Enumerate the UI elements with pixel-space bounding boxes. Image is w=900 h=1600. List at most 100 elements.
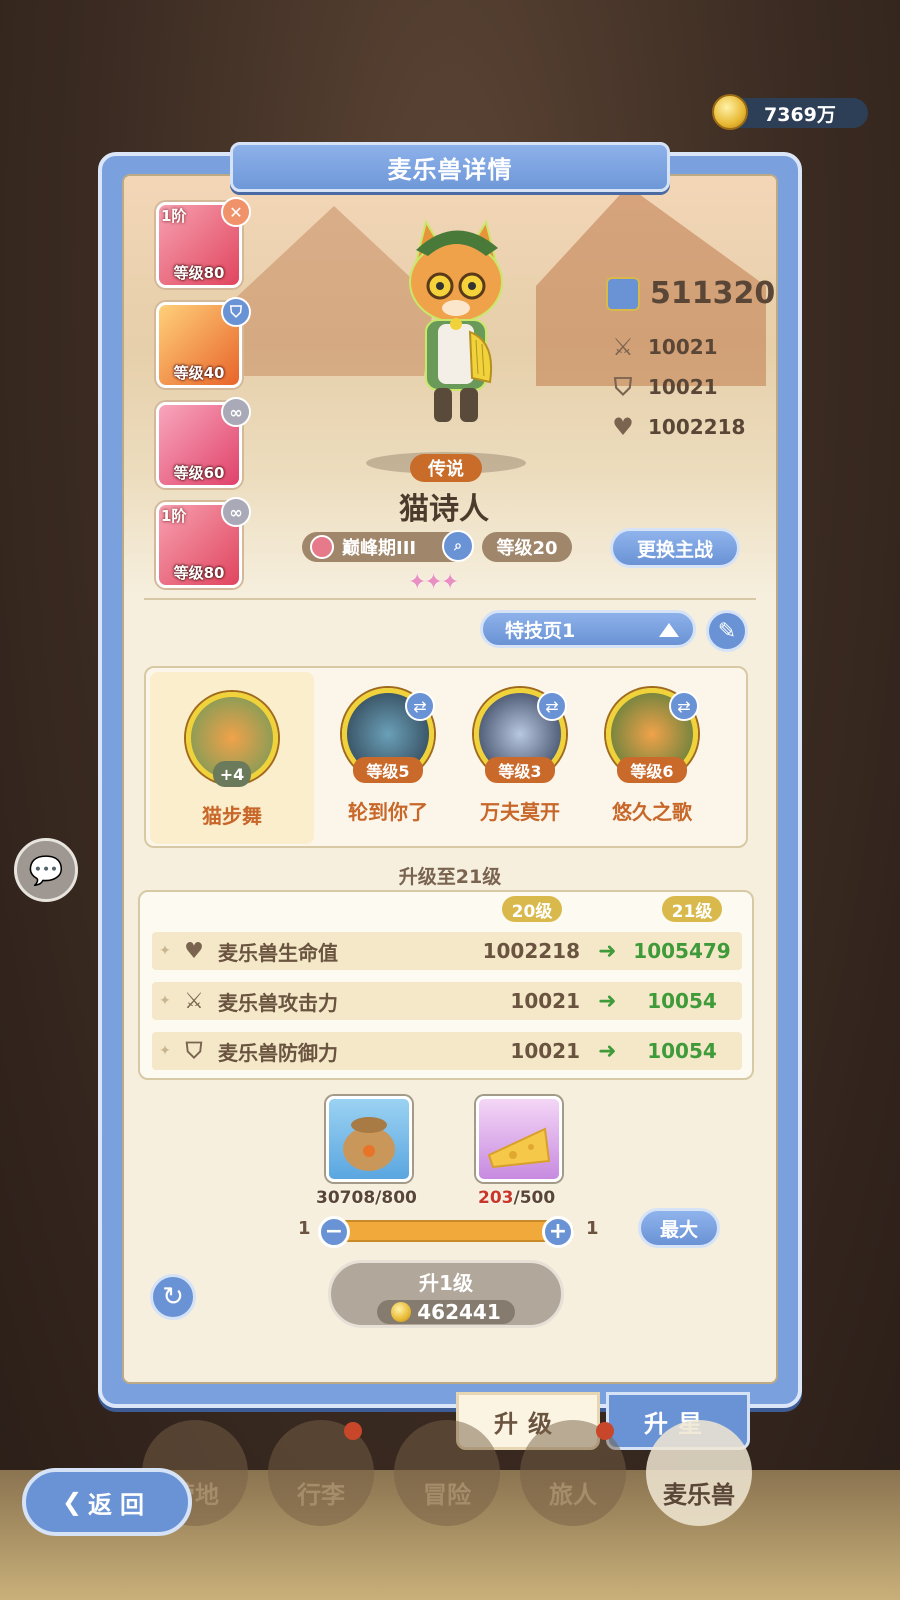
trick-page-label: 特技页1 [505,619,576,642]
skill-level: 等级60 [173,464,225,482]
nav-bag[interactable]: 行李 [268,1420,374,1526]
panel-title: 麦乐兽详情 [230,142,670,192]
minus-button[interactable]: − [318,1216,350,1248]
cat-song-trick-icon: ⇄ 等级6 [606,688,699,783]
swap-icon[interactable]: ⇄ [669,691,699,721]
plus-button[interactable]: + [542,1216,574,1248]
hero-level-pill: 等级20 [482,532,572,562]
new-value: 10054 [647,989,717,1013]
nav-traveler[interactable]: 旅人 [520,1420,626,1526]
sword-icon: ⚔ [184,988,204,1014]
trick-item-1[interactable]: ⇄ 等级5 轮到你了 [328,688,448,825]
sword-icon: ⚔ [612,333,634,361]
chat-bubble-icon: 💬 [28,853,64,887]
shark-trick-icon: ⇄ 等级5 [342,688,435,783]
skill-level: 等级40 [173,364,225,382]
stage-label: 巅峰期III [342,538,417,559]
upgrade-cost: 462441 [377,1300,515,1324]
link-icon: ∞ [221,497,251,527]
rarity-badge: 传说 [410,454,482,482]
detail-panel: 麦乐兽详情 1阶 ✕ 等级80 ⛉ 等级40 ∞ 等级60 1阶 ∞ 等级80 [98,142,802,1408]
cheese-item[interactable] [476,1096,562,1182]
to-level-tag: 21级 [662,896,722,922]
new-value: 1005479 [633,939,731,963]
row-label: 麦乐兽攻击力 [218,990,338,1015]
plus-icon: + [548,1219,568,1244]
hp-value: 1002218 [648,415,746,439]
trick-name: 悠久之歌 [612,800,692,824]
main-trick[interactable]: +4 猫步舞 [150,672,314,844]
trick-item-3[interactable]: ⇄ 等级6 悠久之歌 [592,688,712,825]
hero-name: 猫诗人 [399,492,489,527]
trick-name: 轮到你了 [348,800,428,824]
skill-slot-4[interactable]: 1阶 ∞ 等级80 [156,497,251,588]
notification-dot [596,1422,614,1440]
stat-attack: ⚔ 10021 [608,332,718,362]
back-button[interactable]: ❮ 返回 [22,1468,192,1536]
trick-name: 万夫莫开 [480,800,560,824]
skill-slot-3[interactable]: ∞ 等级60 [156,397,251,488]
trick-item-2[interactable]: ⇄ 等级3 万夫莫开 [460,688,580,825]
link-icon: ∞ [221,397,251,427]
old-value: 10021 [510,1039,580,1063]
row-label: 麦乐兽生命值 [218,940,338,965]
stage-pill[interactable]: 巅峰期III ⌕ [302,530,474,562]
edit-button[interactable]: ✎ [706,610,748,652]
power-display: 511320 [606,276,775,311]
nav-adventure[interactable]: 冒险 [394,1420,500,1526]
shield-icon: ⛉ [185,1038,203,1064]
stat-defense: ⛉ 10021 [608,372,718,402]
magnify-icon[interactable]: ⌕ [442,530,474,562]
new-value: 10054 [647,1039,717,1063]
swap-icon[interactable]: ⇄ [537,691,567,721]
table-row: ✦ ♥ 麦乐兽生命值 1002218 ➜ 1005479 [152,932,742,970]
minus-icon: − [324,1219,344,1244]
trick-name: 猫步舞 [202,804,262,828]
swap-icon[interactable]: ⇄ [405,691,435,721]
food-bag-item[interactable] [326,1096,412,1182]
reset-button[interactable]: ↻ [150,1274,196,1320]
trick-level: 等级3 [485,757,555,783]
trick-level: 等级6 [617,757,687,783]
switch-main-button[interactable]: 更换主战 [610,528,740,568]
chat-button[interactable]: 💬 [14,838,78,902]
arrow-right-icon: ➜ [598,1038,617,1064]
cheese-count: 203/500 [478,1188,555,1208]
skill-tier: 1阶 [161,507,187,525]
table-row: ✦ ⛉ 麦乐兽防御力 10021 ➜ 10054 [152,1032,742,1070]
table-row: ✦ ⚔ 麦乐兽攻击力 10021 ➜ 10054 [152,982,742,1020]
cost-value: 462441 [417,1300,501,1324]
trick-page-dropdown[interactable]: 特技页1 [480,610,696,648]
sword-icon: ✕ [221,197,251,227]
nav-label: 冒险 [423,1481,471,1509]
upgrade-button-label: 升1级 [419,1271,473,1295]
sparkle-icon: ✦ [159,1043,171,1059]
skill-level: 等级80 [173,264,225,282]
have-count: 30708 [316,1188,376,1208]
need-count: /500 [513,1188,556,1208]
trick-level: 等级5 [353,757,423,783]
trick-bonus: +4 [213,761,251,787]
currency-display: 7369万 [712,94,868,130]
sparkle-icon: ✦ [159,943,171,959]
have-count: 203 [478,1188,514,1208]
food-bag-icon [343,1117,395,1171]
power-shield-icon [606,276,640,311]
nav-pets[interactable]: 麦乐兽 [646,1420,752,1526]
back-arrow-icon: ❮ [61,1488,83,1516]
attack-value: 10021 [648,335,718,359]
level-slider[interactable] [334,1220,574,1242]
arrow-right-icon: ➜ [598,988,617,1014]
skill-slot-1[interactable]: 1阶 ✕ 等级80 [156,197,251,288]
skill-tier: 1阶 [161,207,187,225]
pencil-icon: ✎ [717,618,737,644]
from-level-tag: 20级 [502,896,562,922]
old-value: 1002218 [482,939,580,963]
upgrade-button[interactable]: 升1级 462441 [328,1260,564,1328]
skill-slot-2[interactable]: ⛉ 等级40 [156,297,251,388]
max-button[interactable]: 最大 [638,1208,720,1248]
sparkle-icon: ✦ [159,993,171,1009]
cat-poet-character[interactable] [386,212,526,442]
shield-icon: ⛉ [221,297,251,327]
old-value: 10021 [510,989,580,1013]
